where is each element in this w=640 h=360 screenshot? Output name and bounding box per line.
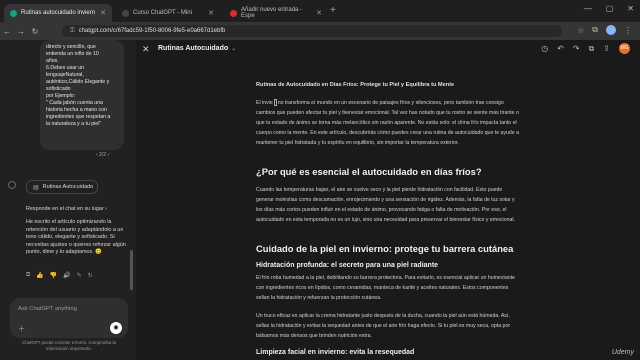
- chevron-down-icon[interactable]: ⌄: [231, 46, 236, 52]
- browser-tab-2[interactable]: Curso ChatGPT - Mini ✕: [116, 4, 220, 22]
- document-icon: ▤: [33, 184, 39, 191]
- browser-menu-icon[interactable]: ⋮: [624, 26, 632, 35]
- close-canvas-icon[interactable]: ✕: [142, 44, 150, 55]
- reply-in-chat-link[interactable]: Responde en el chat en su lugar ›: [26, 206, 126, 213]
- assistant-reply: Responde en el chat en su lugar › He esc…: [26, 206, 126, 262]
- canvas-title[interactable]: Rutinas Autocuidado ⌄: [158, 45, 236, 52]
- address-bar-row: ← → ↻ ⚿ chatgpt.com/c/67fadc59-1f50-8006…: [0, 22, 640, 40]
- user-avatar[interactable]: MG: [619, 43, 630, 54]
- close-tab-icon[interactable]: ✕: [100, 9, 106, 17]
- section-paragraph: Cuando las temperaturas bajan, el aire s…: [256, 187, 515, 223]
- thumbs-down-icon[interactable]: 👎: [50, 272, 57, 279]
- chatgpt-favicon-icon: [10, 9, 17, 17]
- redo-icon[interactable]: ↷: [573, 44, 580, 53]
- undo-icon[interactable]: ↶: [557, 44, 564, 53]
- attach-plus-icon[interactable]: ＋: [18, 324, 25, 334]
- canvas-card-label: Rutinas Autocuidado: [42, 184, 94, 190]
- url-text: chatgpt.com/c/67fadc59-1f50-8006-9fe5-e0…: [78, 28, 226, 34]
- subsection-paragraph: Un truco eficaz es aplicar la crema hidr…: [256, 313, 511, 339]
- composer-placeholder: Ask ChatGPT anything: [18, 306, 77, 312]
- maximize-icon[interactable]: ▢: [606, 4, 614, 13]
- browser-tab-strip: Rutinas autocuidado inviern ✕ Curso Chat…: [0, 0, 640, 22]
- canvas-panel: ✕ Rutinas Autocuidado ⌄ ◷ ↶ ↷ ⧉ ⇪ MG Ruti…: [136, 40, 640, 360]
- toolbar-right: ☆ ⧉ ⋮: [577, 25, 632, 35]
- site-info-icon[interactable]: ⚿: [70, 28, 75, 35]
- disclaimer-text: ChatGPT puede cometer errores. Comprueba…: [22, 340, 116, 351]
- close-window-icon[interactable]: ✕: [627, 4, 634, 13]
- bookmark-star-icon[interactable]: ☆: [577, 26, 584, 35]
- site-favicon-icon: [230, 9, 237, 17]
- user-message-bubble: directo y sencillo, que entienda un niño…: [40, 40, 124, 150]
- share-icon[interactable]: ⇪: [603, 44, 610, 53]
- forward-icon[interactable]: →: [14, 27, 28, 36]
- subsection-heading: Hidratación profunda: el secreto para un…: [256, 262, 439, 269]
- intro-text-rest: no transforma el mundo en un escenario d…: [256, 100, 519, 146]
- minimize-icon[interactable]: —: [584, 4, 592, 13]
- copy-icon[interactable]: ⧉: [589, 44, 595, 54]
- message-actions: ⧉ 👍 👎 🔊 ✎ ↻: [26, 272, 93, 279]
- chat-composer[interactable]: Ask ChatGPT anything ＋ ◉: [10, 298, 128, 338]
- assistant-avatar-icon: [8, 181, 16, 189]
- close-tab-icon[interactable]: ✕: [208, 9, 214, 17]
- history-icon[interactable]: ◷: [541, 44, 548, 53]
- text-cursor: [273, 99, 277, 107]
- profile-avatar[interactable]: [606, 25, 616, 35]
- thumbs-up-icon[interactable]: 👍: [36, 272, 43, 279]
- tab-title: Rutinas autocuidado inviern: [21, 10, 96, 16]
- course-favicon-icon: [122, 9, 129, 17]
- reload-icon[interactable]: ↻: [28, 27, 42, 36]
- browser-tab-3[interactable]: Añadir nuevo entrada - Espe ✕: [224, 4, 328, 22]
- edit-icon[interactable]: ✎: [77, 272, 82, 279]
- subsection-paragraph: El frío roba humedad a la piel, debilita…: [256, 275, 515, 301]
- section-heading: Cuidado de la piel en invierno: protege …: [256, 243, 514, 254]
- regenerate-icon[interactable]: ↻: [88, 272, 93, 279]
- url-field[interactable]: ⚿ chatgpt.com/c/67fadc59-1f50-8006-9fe5-…: [62, 25, 562, 37]
- voice-mode-icon[interactable]: ◉: [110, 322, 122, 334]
- extensions-icon[interactable]: ⧉: [592, 25, 598, 35]
- read-aloud-icon[interactable]: 🔊: [63, 272, 70, 279]
- copy-icon[interactable]: ⧉: [26, 272, 30, 279]
- window-controls: — ▢ ✕: [584, 4, 634, 13]
- document-title: Rutinas de Autocuidado en Días Fríos: Pr…: [256, 82, 455, 88]
- subsection-heading: Limpieza facial en invierno: evita la re…: [256, 349, 415, 356]
- intro-text-start: El invie: [256, 100, 273, 106]
- assistant-reply-text: He escrito el artículo optimizando la re…: [26, 219, 126, 256]
- udemy-watermark: Udemy: [611, 349, 634, 356]
- chat-scrollbar[interactable]: [130, 250, 133, 290]
- canvas-document[interactable]: Rutinas de Autocuidado en Días Fríos: Pr…: [256, 82, 521, 356]
- tab-title: Curso ChatGPT - Mini: [133, 10, 192, 16]
- message-version-pager[interactable]: ‹ 2/2 ›: [96, 152, 109, 158]
- back-icon[interactable]: ←: [0, 27, 14, 36]
- new-tab-button[interactable]: +: [330, 5, 336, 16]
- tab-title: Añadir nuevo entrada - Espe: [241, 7, 303, 19]
- browser-tab-1[interactable]: Rutinas autocuidado inviern ✕: [4, 4, 112, 22]
- close-tab-icon[interactable]: ✕: [316, 9, 322, 17]
- intro-paragraph: El invie no transforma el mundo en un esc…: [256, 98, 521, 148]
- canvas-title-text: Rutinas Autocuidado: [158, 45, 229, 52]
- canvas-toolbar: ◷ ↶ ↷ ⧉ ⇪ MG: [541, 43, 630, 54]
- canvas-document-card[interactable]: ▤ Rutinas Autocuidado: [26, 180, 98, 194]
- chat-panel: directo y sencillo, que entienda un niño…: [0, 40, 136, 360]
- section-heading: ¿Por qué es esencial el autocuidado en d…: [256, 166, 482, 177]
